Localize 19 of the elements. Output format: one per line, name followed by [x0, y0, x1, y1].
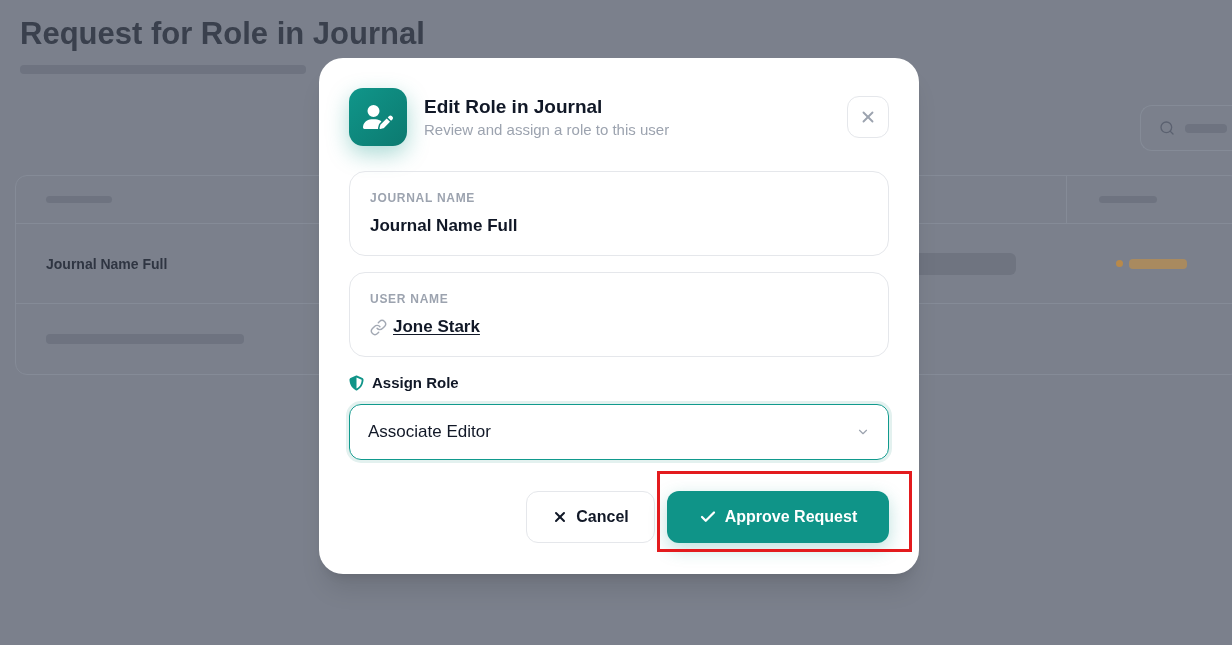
blurred-text — [1129, 258, 1187, 269]
close-button[interactable] — [847, 96, 889, 138]
shield-icon — [349, 375, 364, 391]
assign-role-label: Assign Role — [372, 374, 459, 392]
cancel-button[interactable]: Cancel — [526, 491, 655, 543]
field-label: USER NAME — [370, 292, 449, 306]
role-select[interactable]: Associate Editor — [349, 404, 889, 460]
dialog-subtitle: Review and assign a role to this user — [424, 120, 670, 140]
dialog-title: Edit Role in Journal — [424, 95, 603, 119]
page-title: Request for Role in Journal — [20, 15, 425, 53]
user-edit-icon — [349, 88, 407, 146]
approve-button[interactable]: Approve Request — [667, 491, 889, 543]
user-link[interactable]: Jone Stark — [393, 316, 480, 338]
link-icon — [370, 318, 387, 336]
search-field[interactable] — [1140, 105, 1232, 151]
search-icon — [1159, 120, 1175, 136]
table-cell: Journal Name Full — [46, 255, 168, 272]
field-label: JOURNAL NAME — [370, 191, 476, 205]
field-value: Journal Name Full — [370, 215, 518, 237]
